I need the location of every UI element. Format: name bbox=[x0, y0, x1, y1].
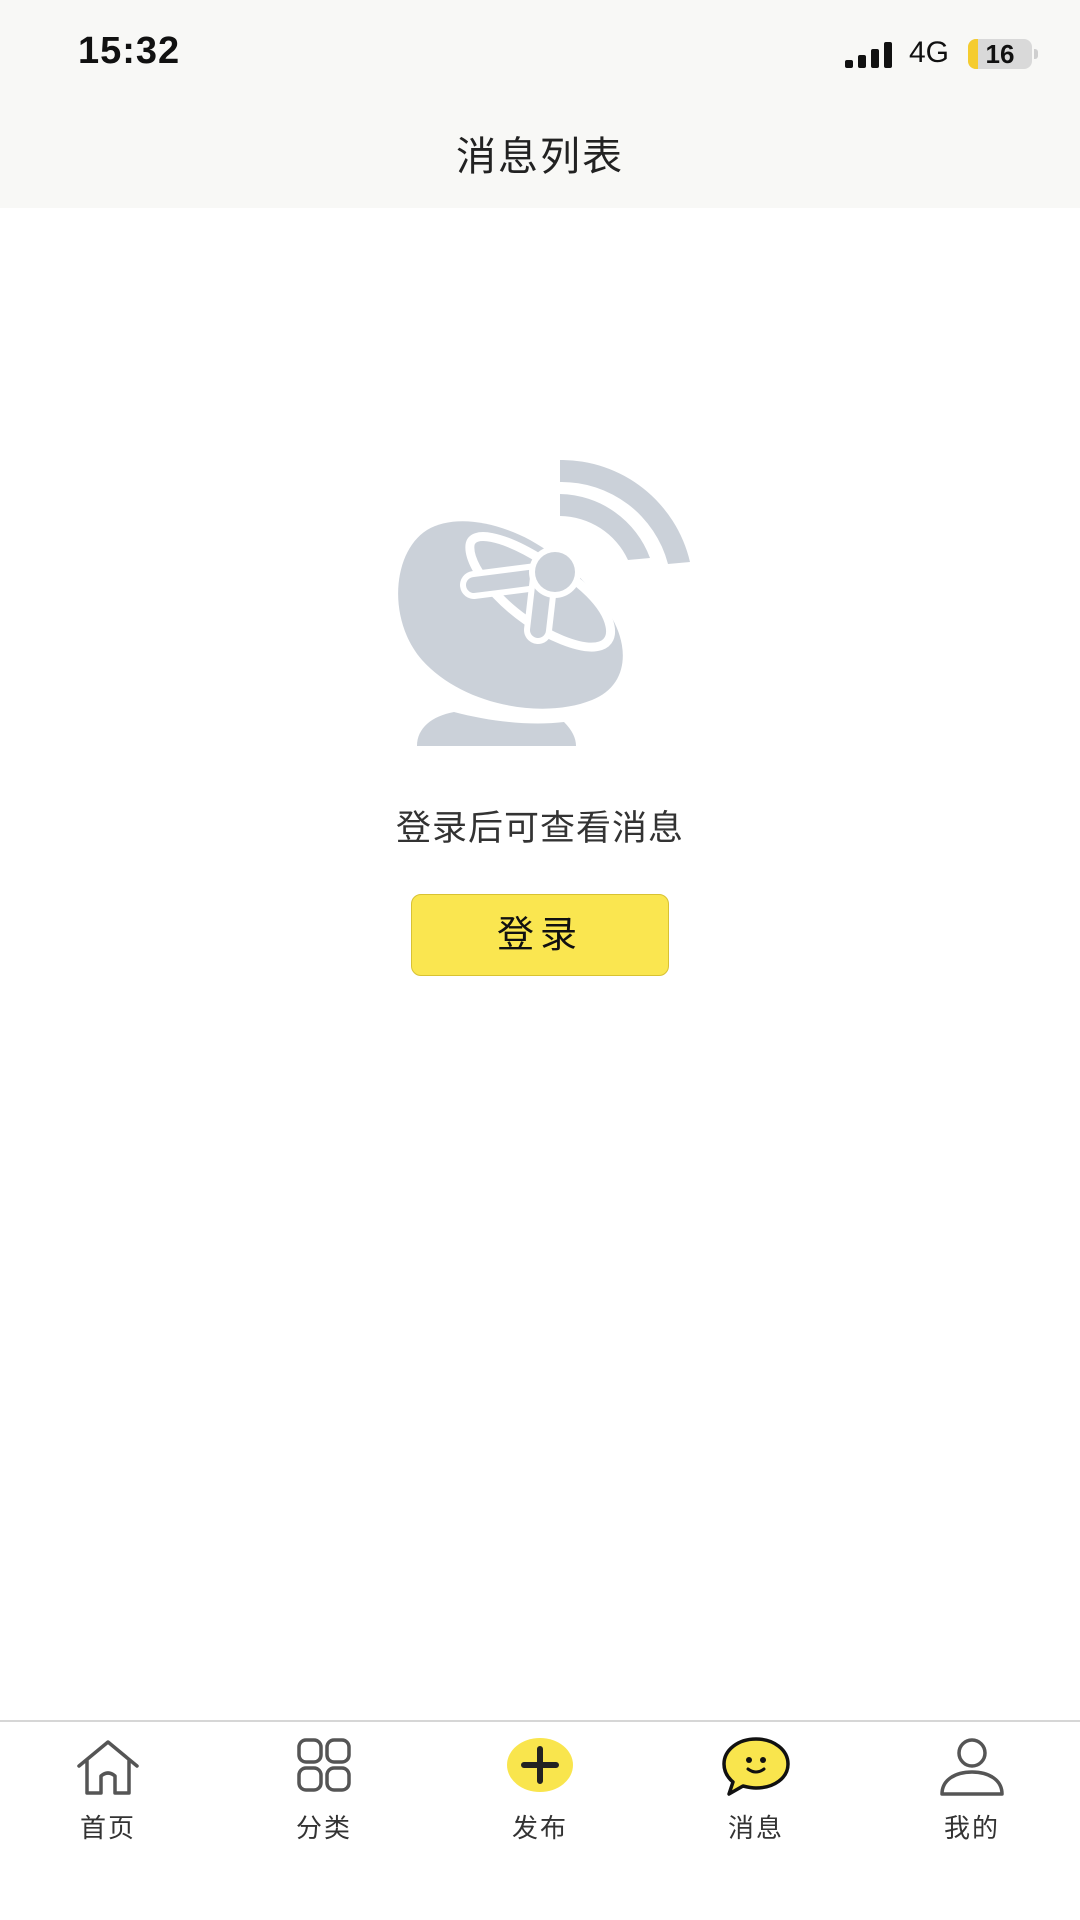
battery-icon: 16 bbox=[968, 39, 1032, 69]
tab-label-profile: 我的 bbox=[943, 1814, 1000, 1844]
tab-label-publish: 发布 bbox=[511, 1814, 568, 1844]
messages-screen: 15:32 4G 16 消息列表 登录后可查看消息 登录 首页 分类 发布 消息… bbox=[0, 0, 1080, 1920]
tab-publish[interactable]: 发布 bbox=[432, 1736, 648, 1846]
tab-label-category: 分类 bbox=[295, 1814, 352, 1844]
tab-label-messages: 消息 bbox=[727, 1814, 784, 1844]
chat-bubble-icon bbox=[722, 1737, 790, 1796]
bottom-tab-bar: 首页 分类 发布 消息 我的 bbox=[0, 1720, 1080, 1920]
user-icon bbox=[940, 1738, 1004, 1796]
top-bar: 15:32 4G 16 消息列表 bbox=[0, 0, 1080, 208]
page-title: 消息列表 bbox=[456, 134, 624, 180]
status-time: 15:32 bbox=[78, 30, 181, 72]
tab-messages[interactable]: 消息 bbox=[648, 1736, 864, 1846]
home-icon bbox=[77, 1740, 139, 1795]
battery-cap bbox=[1034, 49, 1038, 59]
battery-level-text: 16 bbox=[985, 39, 1015, 69]
network-type: 4G bbox=[909, 36, 950, 69]
satellite-dish-icon bbox=[398, 460, 690, 746]
tab-label-home: 首页 bbox=[79, 1814, 136, 1844]
tab-category[interactable]: 分类 bbox=[216, 1736, 432, 1846]
signal-strength-icon bbox=[845, 42, 892, 68]
grid-icon bbox=[297, 1738, 351, 1792]
plus-circle-icon bbox=[507, 1738, 573, 1792]
tab-profile[interactable]: 我的 bbox=[864, 1736, 1080, 1846]
tab-home[interactable]: 首页 bbox=[0, 1736, 216, 1846]
login-button[interactable]: 登录 bbox=[411, 894, 669, 976]
empty-state-message: 登录后可查看消息 bbox=[395, 809, 684, 849]
